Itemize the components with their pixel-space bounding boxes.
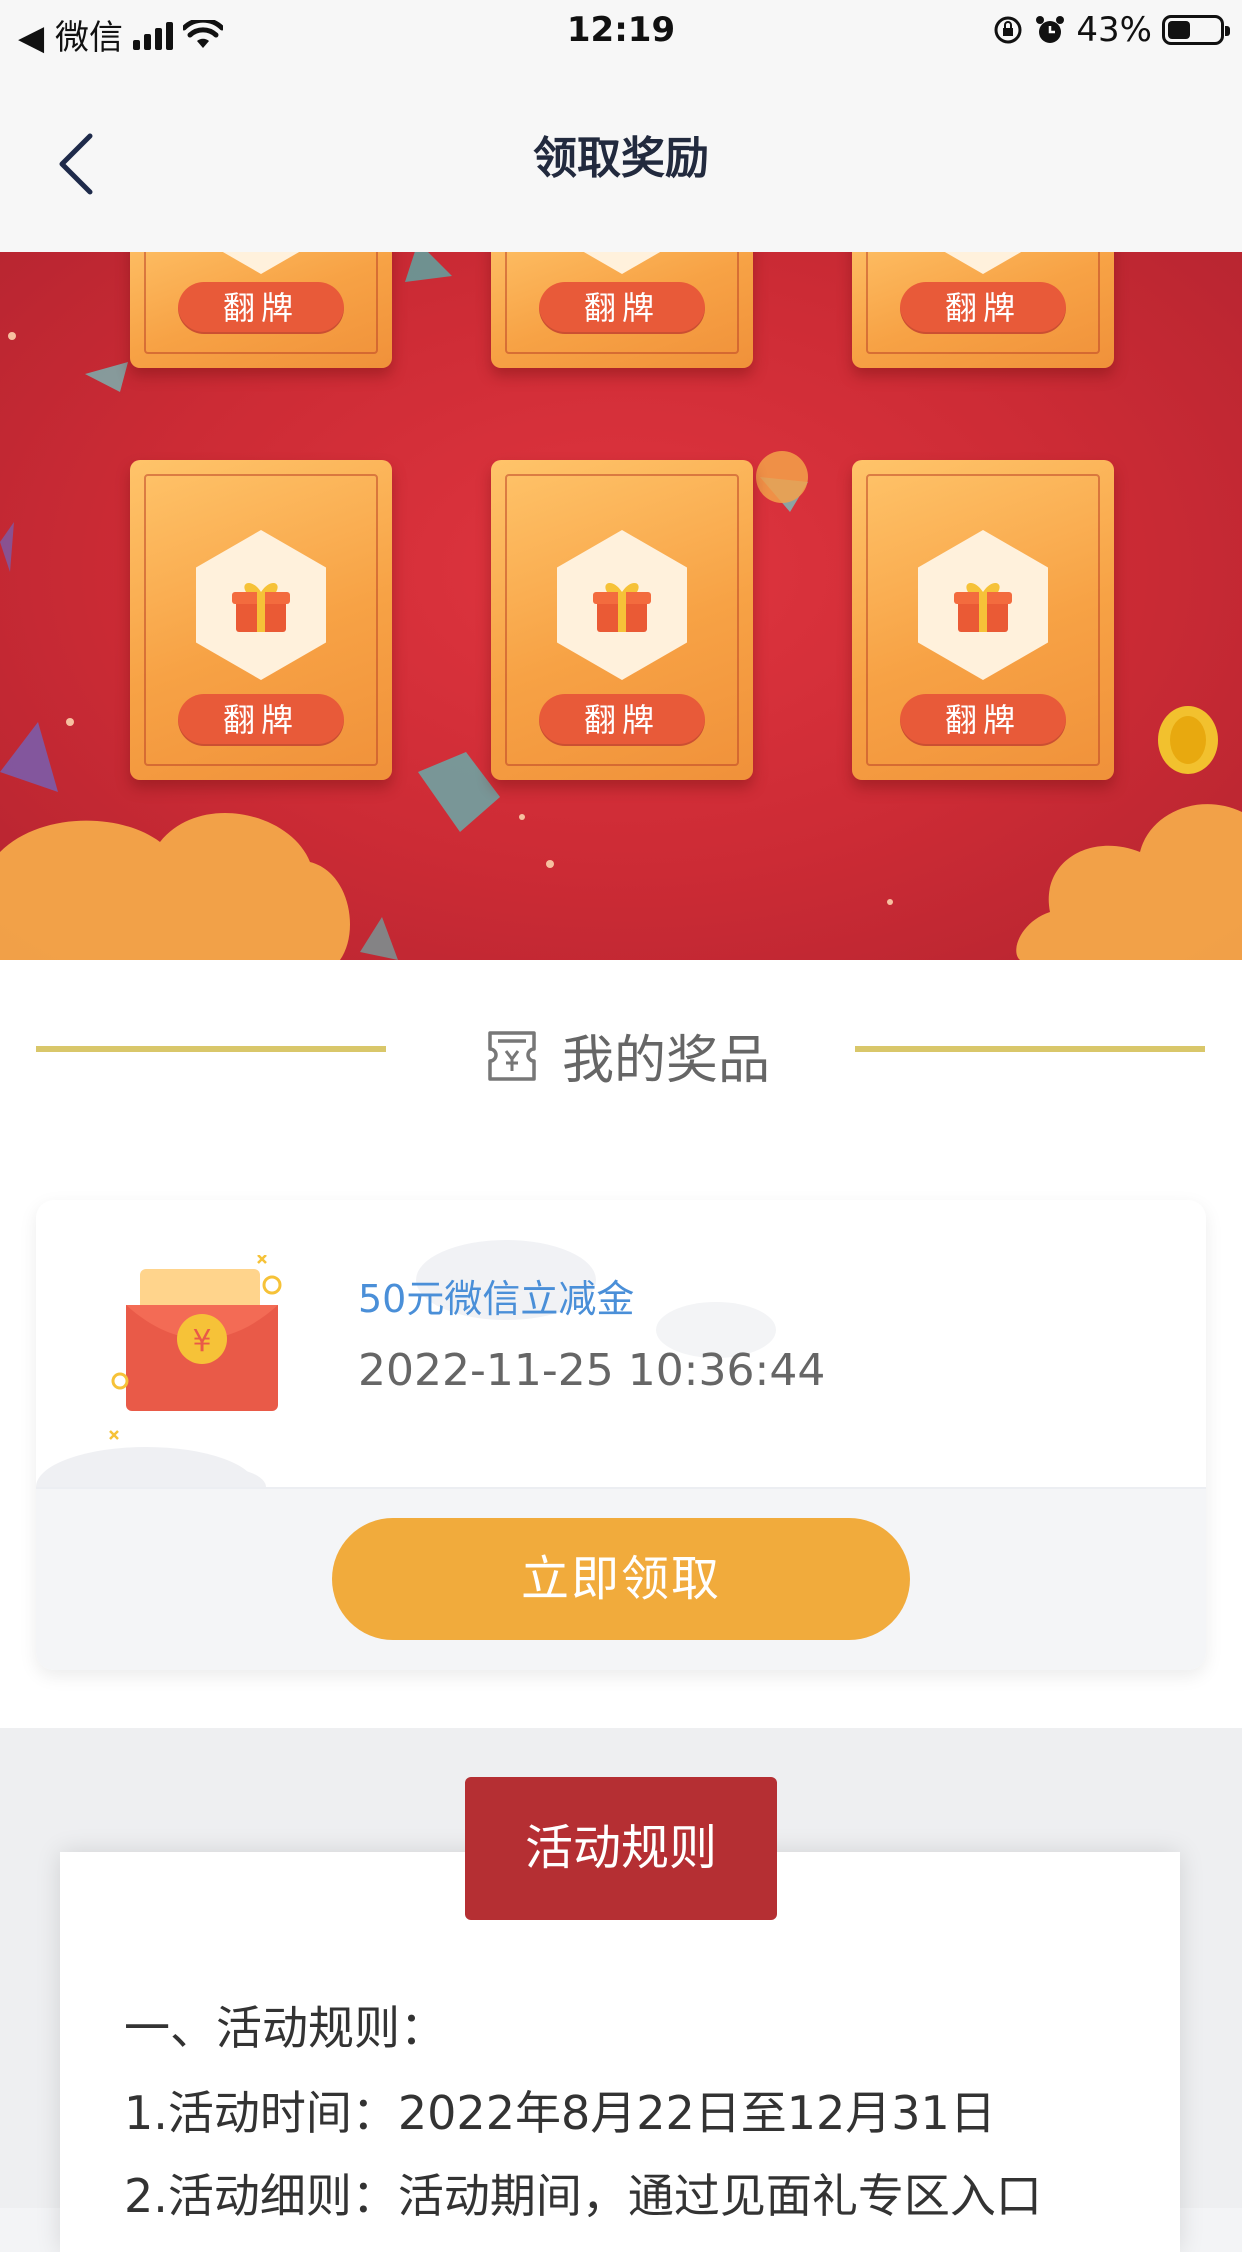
status-right: 43% [992,10,1230,50]
divider-left [36,1046,386,1052]
prize-section-label: 我的奖品 [562,1031,771,1091]
alarm-icon [1036,16,1065,43]
flip-card-1[interactable]: 翻牌 [130,252,392,368]
flip-card-4[interactable]: 翻牌 [130,460,392,780]
flip-card-banner: 翻牌 翻牌 翻牌 翻牌 翻牌 翻牌 [0,252,1242,960]
nav-bar: 领取奖励 [0,62,1242,252]
red-envelope-icon: ¥ [109,1255,282,1440]
page-title: 领取奖励 [533,133,709,184]
prize-section-title: 我的奖品 [484,1018,770,1093]
rule-line-2: 2.活动细则：活动期间，通过见面礼专区入口 [124,2169,1042,2223]
flip-button[interactable]: 翻牌 [539,694,705,746]
rule-heading: 一、活动规则： [124,2001,446,2055]
voucher-icon [488,1030,536,1081]
flip-button[interactable]: 翻牌 [539,282,705,334]
gift-icon [954,582,1012,632]
battery-percent: 43% [1076,10,1152,50]
prize-name: 50元微信立减金 [358,1277,635,1321]
gift-icon [232,582,290,632]
flip-card-3[interactable]: 翻牌 [852,252,1114,368]
rule-line-1: 1.活动时间：2022年8月22日至12月31日 [124,2086,996,2140]
flip-card-6[interactable]: 翻牌 [852,460,1114,780]
status-bar: ◀ 微信 12:19 43% [0,0,1242,62]
prize-info: ¥ 50元微信立减金 2022-11-25 10:36:44 [36,1200,1206,1487]
flip-button[interactable]: 翻牌 [900,282,1066,334]
battery-level [1168,21,1190,39]
prize-card: ¥ 50元微信立减金 2022-11-25 10:36:44 立即领取 [36,1200,1206,1670]
prize-section-header: 我的奖品 [0,1000,1242,1100]
claim-now-button[interactable]: 立即领取 [332,1518,910,1640]
divider-right [855,1046,1205,1052]
flip-button[interactable]: 翻牌 [178,282,344,334]
gift-icon [593,582,651,632]
svg-text:¥: ¥ [192,1324,211,1359]
flip-button[interactable]: 翻牌 [900,694,1066,746]
flip-card-5[interactable]: 翻牌 [491,460,753,780]
battery-icon [1162,15,1230,45]
rules-tab: 活动规则 [465,1777,777,1920]
flip-button[interactable]: 翻牌 [178,694,344,746]
prize-timestamp: 2022-11-25 10:36:44 [358,1345,826,1396]
rotation-lock-icon [994,16,1022,44]
flip-card-2[interactable]: 翻牌 [491,252,753,368]
